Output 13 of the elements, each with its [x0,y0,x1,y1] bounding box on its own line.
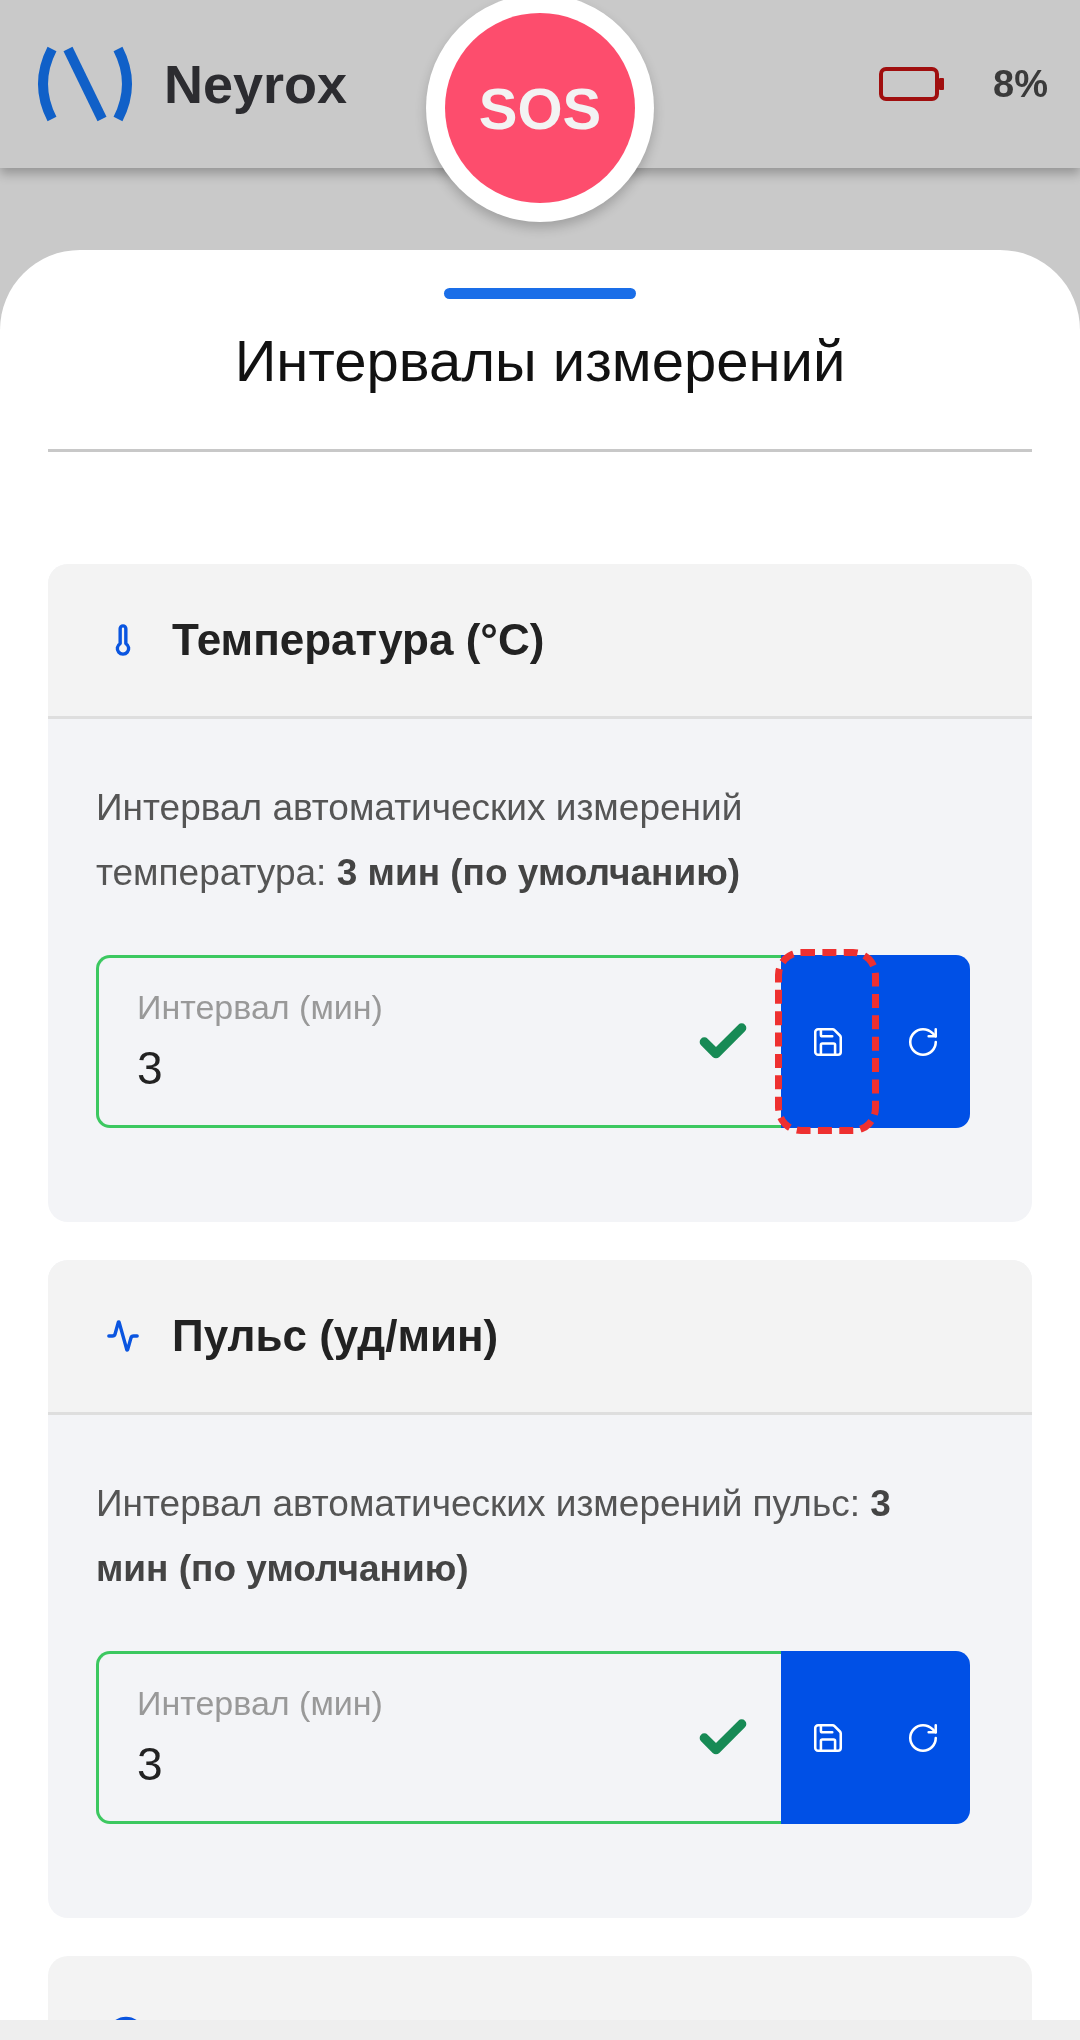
field-label: Интервал (мин) [137,988,384,1027]
interval-description: Интервал автоматических измерений пульс: 3 мин (по умолчанию) [96,1482,892,1591]
interval-field[interactable]: Интервал (мин) 3 [96,955,781,1128]
field-value: 3 [137,1041,164,1095]
field-label: Интервал (мин) [137,1684,384,1723]
battery-level: 8% [993,62,1048,106]
card-title: Пульс (уд/мин) [172,1311,499,1361]
card-title: Температура (°C) [172,615,545,665]
interval-field[interactable]: Интервал (мин) 3 [96,1651,781,1824]
app-name: Neyrox [164,53,348,115]
page-title: Интервалы измерений [233,327,847,395]
field-value: 3 [137,1737,164,1791]
interval-description: Интервал автоматических измерений температура: 3 мин (по умолчанию) [96,786,744,895]
